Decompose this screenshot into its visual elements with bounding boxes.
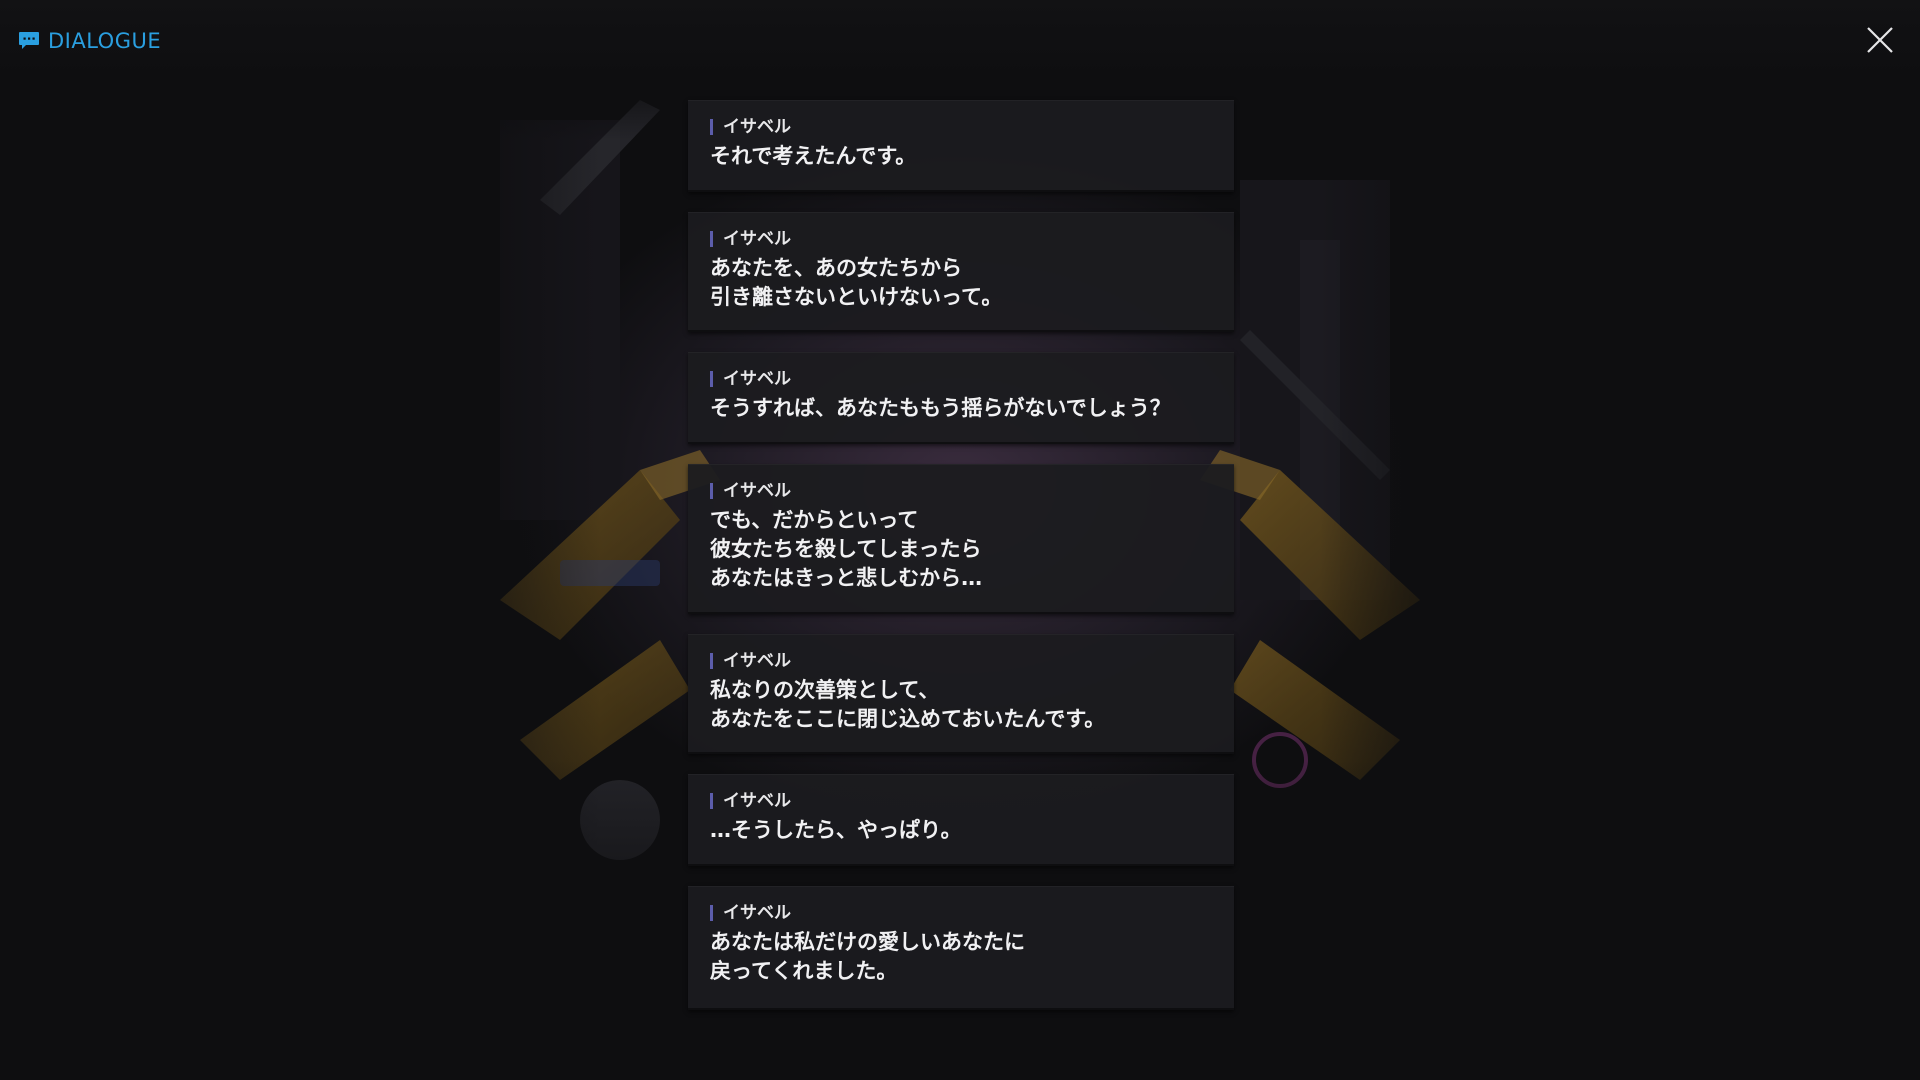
dialogue-text: でも、だからといって 彼女たちを殺してしまったら あなたはきっと悲しむから… <box>710 508 983 590</box>
dialogue-text: そうすれば、あなたももう揺らがないでしょう？ <box>710 396 1171 420</box>
speaker-row: イサベル <box>710 117 1212 137</box>
close-button[interactable] <box>1864 24 1896 56</box>
speaker-name: イサベル <box>723 481 791 501</box>
speaker-row: イサベル <box>710 369 1212 389</box>
dialogue-entry: イサベル …そうしたら、やっぱり。 <box>688 774 1234 866</box>
speaker-name: イサベル <box>723 369 791 389</box>
speaker-marker <box>710 793 713 809</box>
page-title: DIALOGUE <box>48 29 162 53</box>
dialogue-entry: イサベル それで考えたんです。 <box>688 100 1234 192</box>
dialogue-log-screen: DIALOGUE イサベル それで考えたんです。 イサベル あなたを、あの女たち… <box>0 0 1920 1080</box>
dialogue-header: DIALOGUE <box>18 26 161 56</box>
dialogue-text: それで考えたんです。 <box>710 144 917 168</box>
dialogue-text: …そうしたら、やっぱり。 <box>710 818 962 842</box>
dialogue-text: 私なりの次善策として、 あなたをここに閉じ込めておいたんです。 <box>710 678 1106 731</box>
dialogue-entry: イサベル 私なりの次善策として、 あなたをここに閉じ込めておいたんです。 <box>688 634 1234 754</box>
dialogue-text: あなたを、あの女たちから 引き離さないといけないって。 <box>710 256 1003 309</box>
speaker-marker <box>710 119 713 135</box>
speaker-name: イサベル <box>723 117 791 137</box>
speaker-name: イサベル <box>723 229 791 249</box>
speaker-name: イサベル <box>723 903 791 923</box>
speaker-row: イサベル <box>710 481 1212 501</box>
speaker-marker <box>710 653 713 669</box>
dialogue-list[interactable]: イサベル それで考えたんです。 イサベル あなたを、あの女たちから 引き離さない… <box>688 100 1234 1010</box>
speaker-row: イサベル <box>710 903 1212 923</box>
dialogue-text: あなたは私だけの愛しいあなたに 戻ってくれました。 <box>710 930 1025 983</box>
speaker-name: イサベル <box>723 651 791 671</box>
dialogue-entry: イサベル そうすれば、あなたももう揺らがないでしょう？ <box>688 352 1234 444</box>
speaker-row: イサベル <box>710 791 1212 811</box>
speaker-row: イサベル <box>710 651 1212 671</box>
dialogue-entry: イサベル でも、だからといって 彼女たちを殺してしまったら あなたはきっと悲しむ… <box>688 464 1234 614</box>
speaker-marker <box>710 905 713 921</box>
chat-bubble-icon <box>19 32 39 49</box>
speaker-marker <box>710 231 713 247</box>
close-icon <box>1867 27 1893 53</box>
dialogue-entry: イサベル あなたは私だけの愛しいあなたに 戻ってくれました。 <box>688 886 1234 1010</box>
speaker-name: イサベル <box>723 791 791 811</box>
speaker-marker <box>710 483 713 499</box>
speaker-marker <box>710 371 713 387</box>
speaker-row: イサベル <box>710 229 1212 249</box>
dialogue-entry: イサベル あなたを、あの女たちから 引き離さないといけないって。 <box>688 212 1234 332</box>
